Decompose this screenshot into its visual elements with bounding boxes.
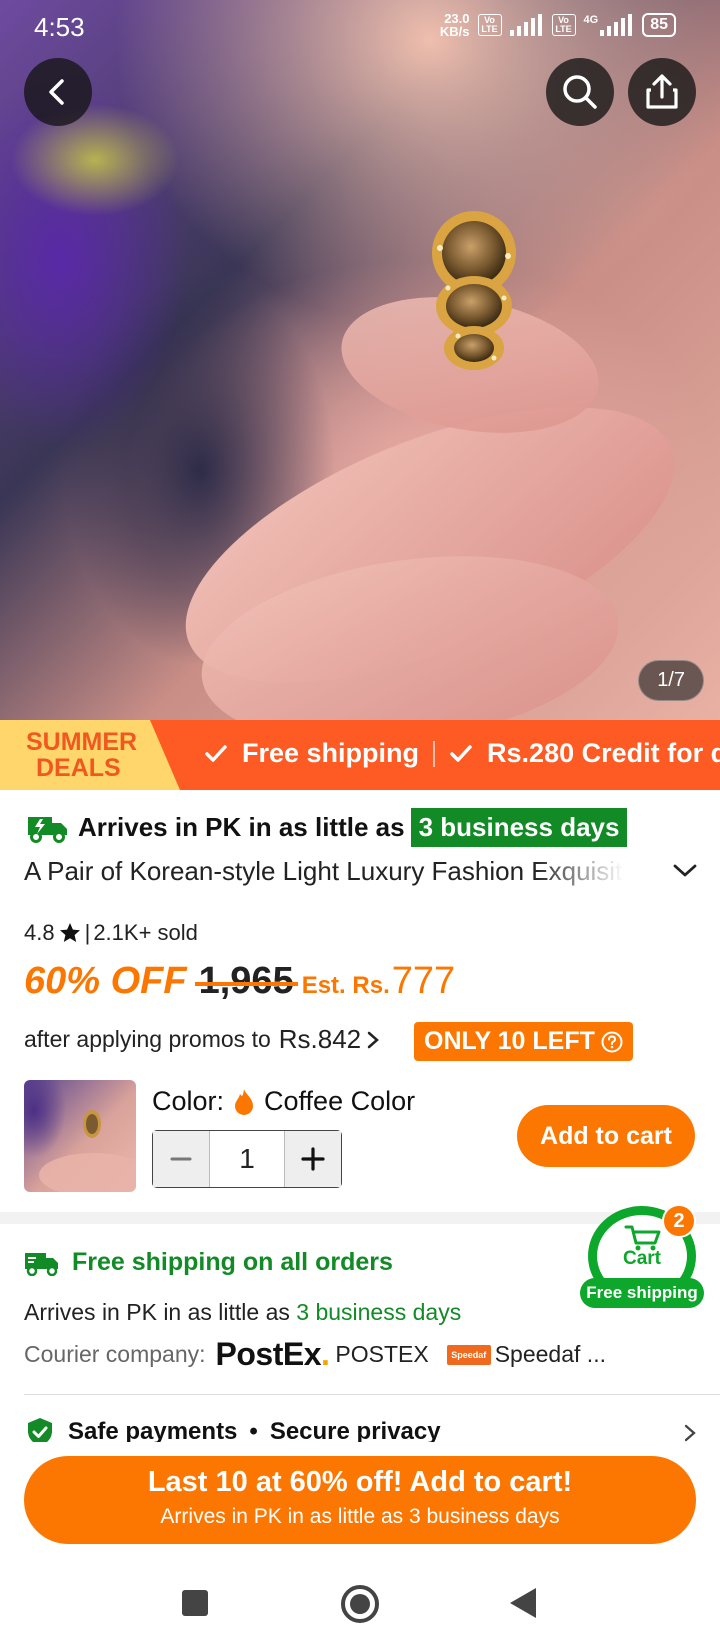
network-type: 4G <box>583 14 599 26</box>
banner-credit: Rs.280 Credit for d <box>487 738 720 768</box>
arrives-text: Arrives in PK in as little as <box>78 812 405 842</box>
courier-label: Courier company: <box>24 1341 206 1367</box>
cart-label: Cart <box>622 1248 661 1269</box>
home-circle-icon[interactable] <box>340 1584 380 1624</box>
color-value: Coffee Color <box>264 1086 416 1116</box>
shipping-arrives-days: 3 business days <box>296 1299 462 1325</box>
bottom-cta-bar: Last 10 at 60% off! Add to cart! Arrives… <box>0 1442 720 1564</box>
signal-icon <box>509 14 542 36</box>
est-price: 777 <box>391 960 456 1002</box>
discount-label: 60% OFF <box>24 960 187 1002</box>
free-shipping-title: Free shipping on all orders <box>72 1248 393 1276</box>
share-button[interactable] <box>628 58 696 126</box>
system-nav-bar <box>0 1564 720 1650</box>
rating-separator: | <box>84 920 91 945</box>
quantity-stepper[interactable]: 1 <box>152 1130 342 1188</box>
battery-icon: 85 <box>642 13 676 37</box>
chevron-right-icon <box>367 1031 380 1048</box>
quantity-value[interactable]: 1 <box>209 1131 285 1187</box>
color-selector[interactable]: Color: Coffee Color <box>152 1086 415 1117</box>
star-icon <box>59 923 80 942</box>
shipping-arrival: Arrives in PK in as little as 3 business… <box>24 1299 461 1326</box>
back-button[interactable] <box>24 58 92 126</box>
delivery-estimate: Arrives in PK in as little as 3 business… <box>26 808 628 847</box>
shipping-arrives-prefix: Arrives in PK in as little as <box>24 1299 290 1325</box>
sold-count: 2.1K+ sold <box>93 920 198 945</box>
stock-badge-text: ONLY 10 LEFT <box>424 1027 595 1055</box>
banner-separator <box>433 740 436 767</box>
cart-count-badge: 2 <box>662 1204 696 1238</box>
check-icon <box>450 744 472 762</box>
summer-deals-banner[interactable]: SUMMER DEALS Free shipping Rs.280 Credit… <box>0 720 720 790</box>
net-speed-unit: KB/s <box>439 24 470 39</box>
speedaf-logo: Speedaf <box>446 1344 491 1365</box>
add-to-cart-button[interactable]: Add to cart <box>517 1105 695 1167</box>
volte-icon-2: Vo LTE <box>551 14 576 36</box>
est-price-label: Est. Rs. <box>301 972 390 999</box>
divider-line <box>24 1394 720 1395</box>
rating-row[interactable]: 4.8 | 2.1K+ sold <box>24 920 198 946</box>
recents-square-icon[interactable] <box>180 1588 210 1618</box>
earring-thumbnail-image <box>39 1110 136 1192</box>
courier-row: Courier company: PostEx. POSTEX Speedaf … <box>24 1336 606 1373</box>
decrement-button[interactable] <box>153 1131 209 1187</box>
cta-line-1: Last 10 at 60% off! Add to cart! <box>147 1466 573 1498</box>
original-price: 1,965 <box>194 960 298 1002</box>
cart-free-shipping-pill: Free shipping <box>580 1278 704 1308</box>
product-title[interactable]: A Pair of Korean-style Light Luxury Fash… <box>24 856 624 887</box>
deals-line-2: DEALS <box>36 754 121 782</box>
deals-line-1: SUMMER <box>26 728 138 756</box>
volte-icon: Vo LTE <box>477 14 502 36</box>
back-triangle-icon[interactable] <box>508 1586 538 1620</box>
promo-price-link[interactable]: after applying promos to Rs.842 <box>24 1024 381 1055</box>
chevron-right-icon[interactable] <box>682 1422 698 1444</box>
arrives-days-badge: 3 business days <box>410 808 628 847</box>
color-label: Color: <box>152 1086 225 1116</box>
signal-icon-2 <box>600 14 633 36</box>
earring-image <box>432 211 516 370</box>
free-shipping-row[interactable]: Free shipping on all orders <box>24 1248 393 1277</box>
delivery-truck-icon <box>25 1252 58 1276</box>
search-icon <box>563 75 597 109</box>
banner-benefits: Free shipping Rs.280 Credit for d <box>204 738 720 769</box>
postex-logo-text: PostEx <box>215 1336 322 1372</box>
product-image-gallery[interactable]: 4:53 23.0 KB/s Vo LTE Vo LTE 4G 85 1/7 <box>0 0 720 720</box>
rating-value: 4.8 <box>24 920 55 945</box>
status-time: 4:53 <box>34 12 85 42</box>
increment-button[interactable] <box>285 1131 341 1187</box>
status-bar: 4:53 23.0 KB/s Vo LTE Vo LTE 4G 85 <box>0 0 720 56</box>
plus-icon <box>301 1147 325 1171</box>
stock-badge[interactable]: ONLY 10 LEFT <box>414 1022 633 1061</box>
postex-logo: PostEx. <box>215 1336 330 1372</box>
check-icon <box>205 744 227 762</box>
promo-price: Rs.842 <box>278 1024 362 1054</box>
sku-thumbnail[interactable] <box>24 1080 136 1192</box>
cta-line-2: Arrives in PK in as little as 3 business… <box>160 1505 560 1528</box>
price-row: 60% OFF 1,965 Est. Rs. 777 <box>24 960 455 1003</box>
speedaf-name: Speedaf ... <box>494 1341 606 1367</box>
summer-deals-logo: SUMMER DEALS <box>0 720 180 790</box>
help-icon <box>601 1031 623 1052</box>
image-counter: 1/7 <box>638 660 704 701</box>
share-icon <box>646 74 678 109</box>
status-icons: 23.0 KB/s Vo LTE Vo LTE 4G 85 <box>440 12 676 38</box>
chevron-left-icon <box>49 79 64 105</box>
minus-icon <box>170 1157 192 1161</box>
net-speed: 23.0 KB/s <box>440 12 470 38</box>
banner-free-shipping: Free shipping <box>242 738 420 768</box>
delivery-truck-icon <box>28 816 67 843</box>
search-button[interactable] <box>546 58 614 126</box>
fire-icon <box>235 1088 254 1115</box>
postex-name: POSTEX <box>335 1341 429 1367</box>
chevron-down-icon[interactable] <box>672 862 698 880</box>
promo-text: after applying promos to <box>24 1026 271 1052</box>
add-to-cart-cta-button[interactable]: Last 10 at 60% off! Add to cart! Arrives… <box>24 1456 696 1544</box>
floating-cart-button[interactable]: Cart 2 Free shipping <box>580 1200 704 1312</box>
